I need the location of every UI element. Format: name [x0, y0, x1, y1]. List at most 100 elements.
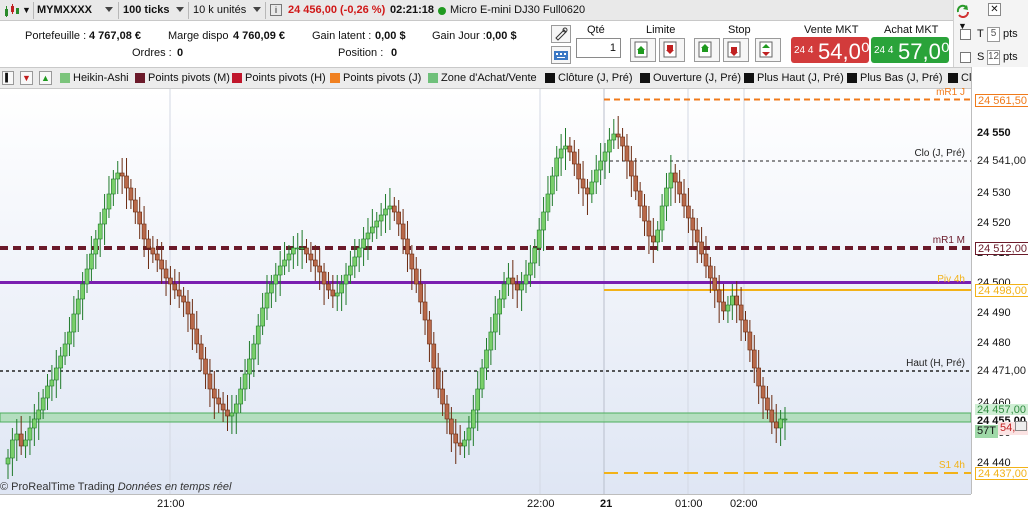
- limit-label: Limite: [646, 24, 676, 36]
- buy-mkt-button[interactable]: 24 4 57,0⁰: [871, 37, 950, 64]
- indicator-add-icon[interactable]: ▲: [39, 71, 52, 85]
- candle-body: [510, 277, 516, 285]
- sell-mkt-button[interactable]: 24 4 54,0⁰: [791, 37, 870, 64]
- candle-body: [137, 211, 142, 225]
- indicator-color-swatch: [232, 73, 242, 83]
- qty-input[interactable]: 1: [576, 38, 621, 58]
- x-tick-label: 02:00: [730, 498, 758, 510]
- candle-body: [387, 205, 393, 210]
- position-label: Position :: [338, 47, 384, 59]
- stop-buy-button[interactable]: [694, 38, 720, 62]
- period-selector[interactable]: 100 ticks: [123, 2, 169, 19]
- candle-body: [392, 205, 397, 213]
- keyboard-icon[interactable]: [551, 46, 571, 64]
- indicator-1[interactable]: Points pivots (M): [135, 71, 230, 86]
- candle-body: [352, 256, 358, 267]
- candle-body: [501, 283, 507, 300]
- candle-body: [255, 325, 261, 345]
- indicator-7[interactable]: Plus Haut (J, Pré): [744, 71, 844, 86]
- indicator-color-swatch: [948, 73, 958, 83]
- stop-label: Stop: [728, 24, 751, 36]
- candle-body: [176, 289, 182, 297]
- indicator-label: Points pivots (M): [148, 72, 230, 84]
- stop-sell-button[interactable]: [723, 38, 749, 62]
- limit-buy-button[interactable]: [630, 38, 656, 62]
- chart-type-dropdown-icon[interactable]: ▼: [22, 2, 31, 19]
- buy-price: 57,0⁰: [898, 39, 950, 64]
- indicator-scroll-left-icon[interactable]: ▌: [2, 71, 14, 85]
- units-dropdown-icon[interactable]: [253, 7, 261, 12]
- trailing-checkbox[interactable]: [960, 29, 971, 40]
- indicator-color-swatch: [428, 73, 438, 83]
- candle-body: [264, 292, 270, 309]
- candle-body: [738, 304, 744, 321]
- high-prev-tag: 24 471,00: [975, 365, 1028, 378]
- limit-sell-button[interactable]: [659, 38, 685, 62]
- indicator-label: Points pivots (H): [245, 72, 326, 84]
- indicator-label: Ouverture (J, Pré): [653, 72, 742, 84]
- indicator-9[interactable]: Cl: [948, 71, 971, 86]
- candle-body: [703, 253, 709, 267]
- info-icon[interactable]: i: [270, 4, 282, 16]
- sell-price: 54,0⁰: [818, 39, 870, 64]
- candle-body: [624, 145, 630, 162]
- candle-body: [743, 319, 748, 333]
- candle-body: [308, 253, 314, 261]
- indicator-4[interactable]: Zone d'Achat/Vente: [428, 71, 537, 86]
- candle-body: [71, 313, 77, 333]
- candle-body: [422, 301, 428, 321]
- indicator-0[interactable]: Heikin-Ashi: [60, 71, 129, 86]
- price-axis-scrollbar[interactable]: [1015, 421, 1027, 431]
- indicator-6[interactable]: Ouverture (J, Pré): [640, 71, 741, 86]
- instrument-dropdown-icon[interactable]: [105, 7, 113, 12]
- candle-body: [124, 175, 129, 189]
- close-icon[interactable]: ✕: [988, 3, 1001, 16]
- candle-body: [637, 190, 643, 207]
- candle-body: [444, 403, 450, 420]
- candle-body: [541, 211, 546, 231]
- candle-body: [330, 289, 336, 297]
- instrument-selector[interactable]: MYMXXXX: [37, 2, 92, 19]
- indicator-remove-icon[interactable]: ▼: [20, 71, 33, 85]
- indicator-8[interactable]: Plus Bas (J, Pré): [847, 71, 943, 86]
- candle-body: [514, 283, 520, 291]
- trailing-input[interactable]: 5: [987, 27, 1000, 42]
- indicator-3[interactable]: Points pivots (J): [330, 71, 421, 86]
- price-axis[interactable]: 24 55024 54024 53024 52024 51024 50024 4…: [971, 67, 1028, 494]
- candle-body: [89, 253, 94, 270]
- candle-body: [225, 409, 230, 417]
- order-tool-button[interactable]: [551, 25, 571, 43]
- x-tick-label: 21:00: [157, 498, 185, 510]
- candle-body: [317, 265, 322, 273]
- indicator-color-swatch: [135, 73, 145, 83]
- indicator-2[interactable]: Points pivots (H): [232, 71, 326, 86]
- price-chart[interactable]: mR1 J Clo (J, Pré) mR1 M Piv 4h Haut (H, Pré…: [0, 87, 971, 494]
- s1-4h-tag: 24 437,00: [975, 467, 1028, 480]
- candle-body: [598, 160, 603, 171]
- stop-other-button[interactable]: [755, 38, 781, 62]
- stop-input[interactable]: 12: [987, 50, 1000, 65]
- candle-body: [418, 283, 423, 303]
- candle-body: [5, 457, 11, 465]
- time-axis[interactable]: 21:00 22:00 21 01:00 02:00: [0, 494, 971, 512]
- units-selector[interactable]: 10 k unités: [193, 2, 246, 19]
- candle-body: [532, 247, 538, 264]
- candle-body: [716, 289, 722, 303]
- candle-body: [484, 349, 489, 369]
- clock-time: 02:21:18: [390, 4, 435, 16]
- chart-canvas[interactable]: [0, 89, 971, 494]
- stop-pts: pts: [1003, 51, 1018, 63]
- refresh-icon[interactable]: [955, 3, 971, 22]
- candle-body: [567, 145, 573, 153]
- indicator-label: Cl: [961, 72, 972, 84]
- stop-checkbox[interactable]: [960, 52, 971, 63]
- candle-body: [664, 187, 669, 207]
- chart-type-icon[interactable]: [3, 3, 21, 20]
- period-dropdown-icon[interactable]: [176, 7, 184, 12]
- candle-body: [374, 220, 380, 228]
- candle-body: [62, 343, 68, 357]
- indicator-color-swatch: [545, 73, 555, 83]
- candle-body: [571, 151, 577, 165]
- indicator-5[interactable]: Clôture (J, Pré): [545, 71, 633, 86]
- candle-body: [475, 388, 481, 411]
